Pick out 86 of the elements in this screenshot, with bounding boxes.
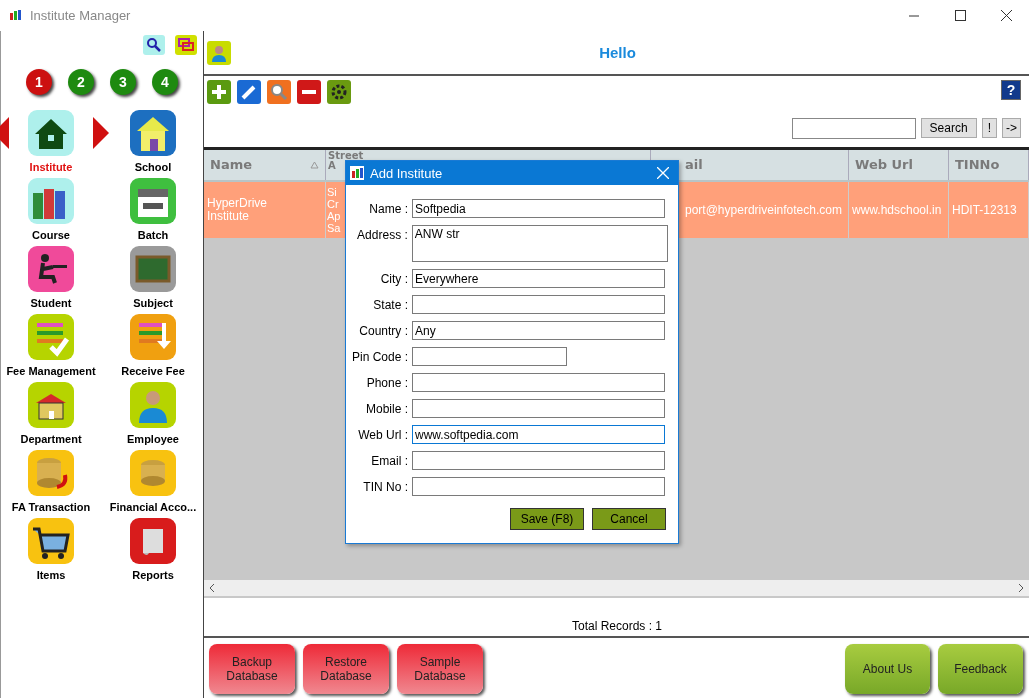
checklist-icon: [129, 313, 177, 361]
app-logo-icon: [350, 166, 364, 180]
input-field[interactable]: Any: [412, 321, 665, 340]
scroll-icon: [129, 517, 177, 565]
page-button[interactable]: 3: [110, 69, 136, 95]
cart-icon: [27, 517, 75, 565]
module-label[interactable]: Reports: [132, 569, 174, 581]
dialog-button[interactable]: Save (F8): [510, 508, 584, 530]
input-field[interactable]: [412, 347, 567, 366]
remove-icon[interactable]: [297, 80, 321, 104]
settings-icon[interactable]: [327, 80, 351, 104]
module-label[interactable]: Department: [20, 433, 82, 445]
greeting: Hello: [598, 44, 637, 61]
input-field[interactable]: Everywhere: [412, 269, 665, 288]
field-label: Pin Code :: [352, 349, 408, 364]
database-button[interactable]: Restore Database: [303, 643, 389, 694]
field-label: Email :: [370, 453, 408, 468]
table-cell: www.hdschool.in: [852, 203, 942, 217]
close-icon[interactable]: [1000, 9, 1012, 21]
dialog-button[interactable]: Cancel: [592, 508, 666, 530]
module-label[interactable]: FA Transaction: [11, 501, 91, 513]
field-label: Name :: [368, 201, 408, 216]
module-label[interactable]: Institute: [29, 161, 73, 173]
input-field[interactable]: Softpedia: [412, 199, 665, 218]
field-label: Phone :: [365, 375, 408, 390]
table-cell: HyperDrive Institute: [207, 197, 267, 223]
house-icon: [27, 381, 75, 429]
input-field[interactable]: ANW str: [411, 225, 668, 262]
add-icon[interactable]: [207, 80, 231, 104]
field-label: TIN No :: [362, 479, 408, 494]
pencil-icon[interactable]: [237, 80, 261, 104]
field-label: Web Url :: [357, 427, 408, 442]
module-label[interactable]: Financial Acco...: [109, 501, 197, 513]
module-label[interactable]: Items: [36, 569, 66, 581]
module-label[interactable]: Batch: [137, 229, 169, 241]
house-icon: [129, 109, 177, 157]
page-button[interactable]: 2: [68, 69, 94, 95]
house-icon: [27, 109, 75, 157]
input-field[interactable]: [412, 399, 665, 418]
checklist-icon: [27, 313, 75, 361]
input-field[interactable]: www.softpedia.com: [412, 425, 665, 444]
module-label[interactable]: Receive Fee: [121, 365, 185, 377]
help-button[interactable]: ?: [1001, 80, 1021, 100]
input-field[interactable]: [412, 451, 665, 470]
coins-icon: [27, 449, 75, 497]
right-arrow-icon[interactable]: [93, 117, 109, 149]
database-button[interactable]: About Us: [845, 643, 930, 694]
module-label[interactable]: Employee: [127, 433, 179, 445]
search-field[interactable]: [791, 118, 916, 139]
field-label: State :: [372, 297, 408, 312]
input-field[interactable]: [412, 295, 665, 314]
maximize-icon[interactable]: [954, 9, 966, 21]
student-icon: [27, 245, 75, 293]
table-cell: Si Cr Ap Sa: [327, 186, 341, 234]
window-title: Institute Manager: [30, 7, 131, 23]
coins-icon: [129, 449, 177, 497]
module-label[interactable]: School: [134, 161, 172, 173]
input-field[interactable]: [412, 373, 665, 392]
table-cell: HDIT-12313: [952, 203, 1017, 217]
calendar-icon: [129, 177, 177, 225]
module-label[interactable]: Fee Management: [6, 365, 96, 377]
windows-icon[interactable]: [175, 35, 197, 55]
table-cell: port@hyperdriveinfotech.com: [685, 203, 842, 217]
total-records: Total Records : 1: [571, 619, 662, 633]
books-icon: [27, 177, 75, 225]
database-button[interactable]: Backup Database: [209, 643, 295, 694]
chalkboard-icon: [129, 245, 177, 293]
page-button[interactable]: 1: [26, 69, 52, 95]
app-logo-icon: [10, 10, 22, 20]
next-button[interactable]: ->: [1002, 118, 1021, 138]
dialog-title: Add Institute: [370, 165, 443, 181]
bang-button[interactable]: !: [981, 118, 997, 138]
input-field[interactable]: [412, 477, 665, 496]
field-label: Mobile :: [364, 401, 408, 416]
database-button[interactable]: Sample Database: [397, 643, 483, 694]
module-label[interactable]: Course: [32, 229, 70, 241]
module-label[interactable]: Subject: [133, 297, 173, 309]
database-button[interactable]: Feedback: [938, 643, 1023, 694]
field-label: Country :: [358, 323, 408, 338]
search-icon[interactable]: [143, 35, 165, 55]
search-button[interactable]: Search: [920, 118, 977, 138]
module-label[interactable]: Student: [30, 297, 72, 309]
user-icon[interactable]: [207, 40, 231, 65]
person-icon: [129, 381, 177, 429]
field-label: City :: [379, 271, 408, 286]
page-button[interactable]: 4: [152, 69, 178, 95]
